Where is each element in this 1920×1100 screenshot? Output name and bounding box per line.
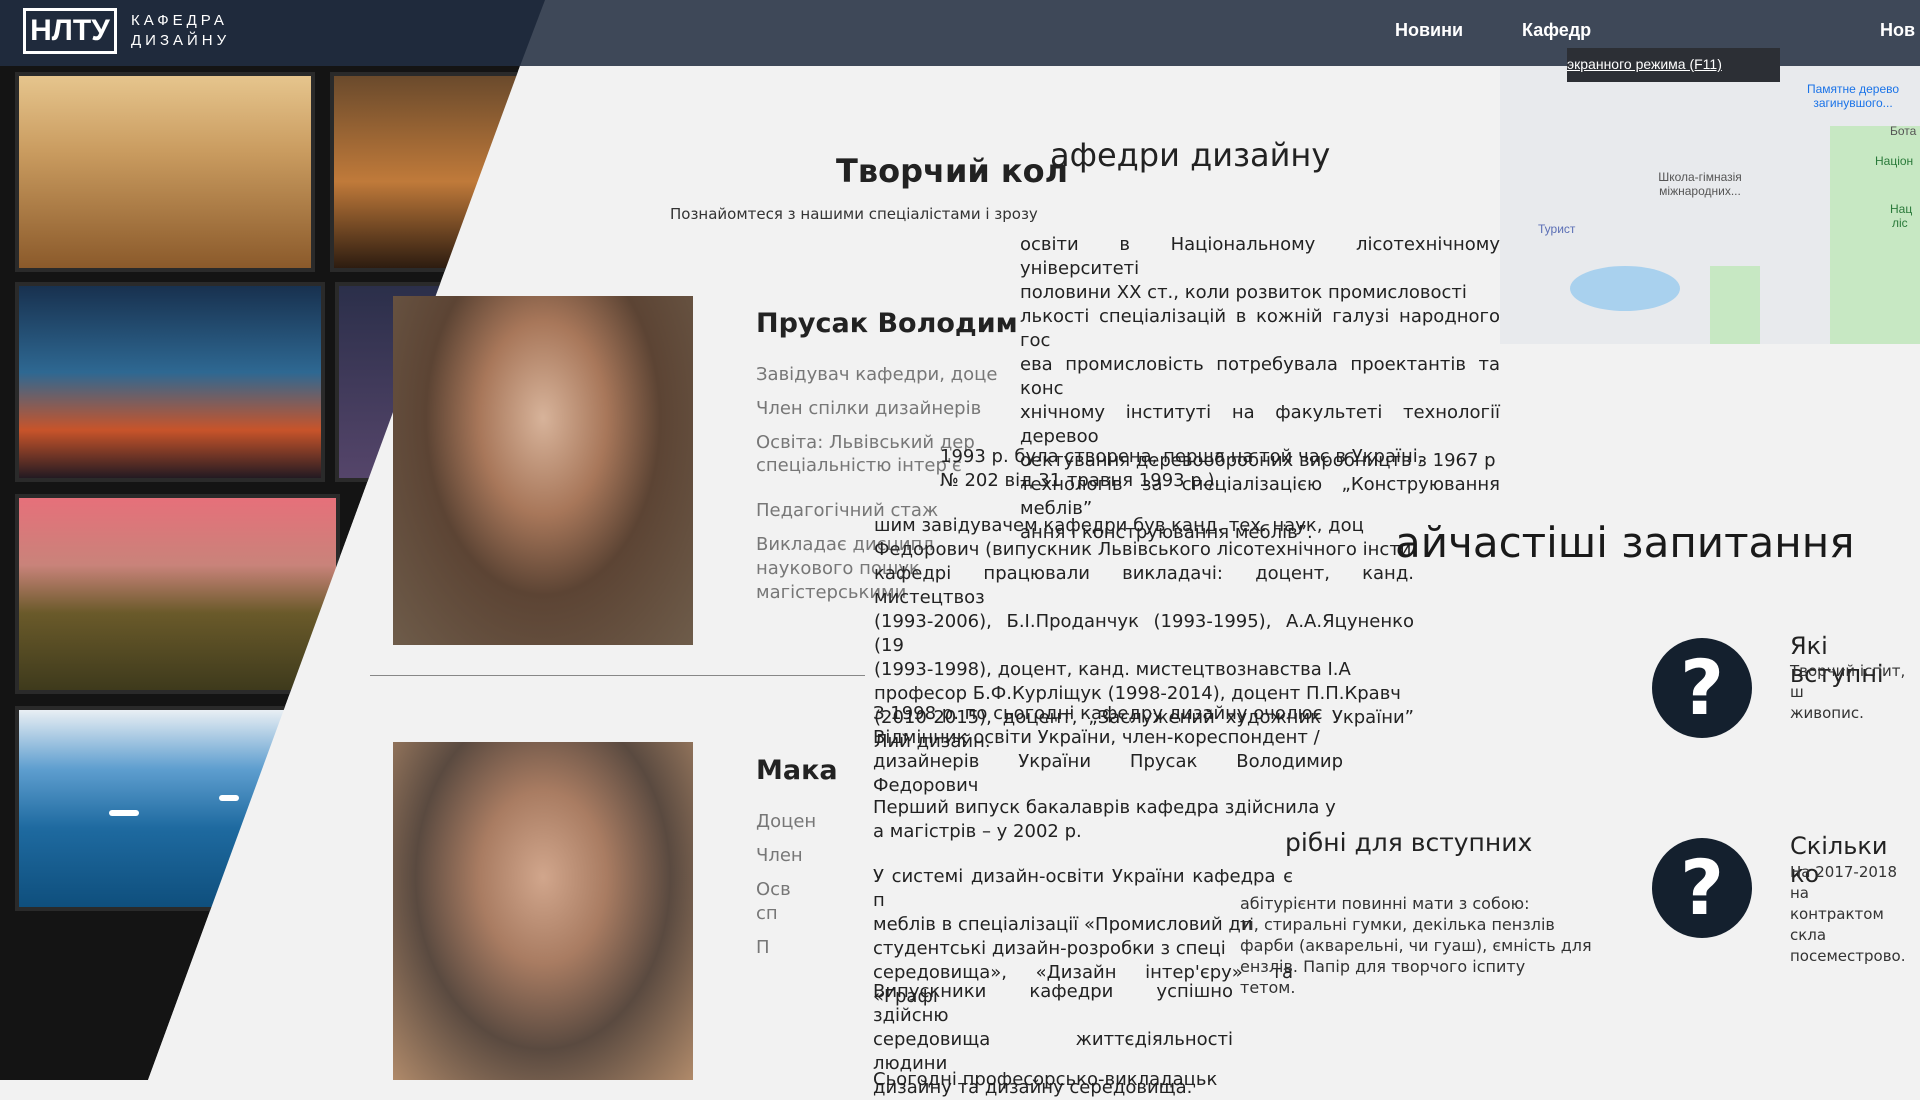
map-lake: [1570, 266, 1680, 311]
history-line: Відмінник освіти України, член-кореспонд…: [873, 727, 1320, 748]
history-line: Федорович (випускник Львівського лісотех…: [874, 539, 1412, 560]
history-line: лькості спеціалізацій в кожній галузі на…: [1020, 306, 1500, 351]
person-name: Мака: [756, 755, 838, 786]
person-photo-makar: [393, 742, 693, 1080]
logo[interactable]: НЛТУ: [23, 8, 117, 54]
history-line: № 202 від 31 травня 1993 р.).: [940, 470, 1221, 491]
faq-answer-line: контрактом скла: [1790, 905, 1884, 944]
history-line: (1993-2006), Б.І.Проданчук (1993-1995), …: [874, 611, 1414, 656]
person-detail: Осв: [756, 879, 791, 900]
gallery-photo-marsh[interactable]: [15, 494, 340, 694]
history-line: дизайнерів України Прусак Володимир Федо…: [873, 751, 1343, 796]
section-divider: [370, 675, 865, 676]
history-line: студентські дизайн-розробки з спеці: [873, 938, 1226, 959]
person-detail: Доцен: [756, 811, 817, 832]
history-line: освіти в Національному лісотехнічному ун…: [1020, 234, 1500, 279]
history-line: Випускники кафедри успішно здійсню: [873, 981, 1233, 1026]
gallery-photo-sunset-grass[interactable]: [15, 282, 325, 482]
person-detail: Член спілки дизайнерів: [756, 398, 982, 419]
history-line: (1993-1998), доцент, канд. мистецтвознав…: [874, 659, 1351, 680]
history-line: хнічному інституті на факультеті техноло…: [1020, 402, 1500, 447]
requirements-line: фарби (акварельні, чи гуаш), ємність для: [1240, 936, 1592, 955]
requirements-line: ензлів. Папір для творчого іспиту: [1240, 957, 1526, 976]
team-section-title: Творчий кол: [836, 152, 1069, 190]
logo-sub-line-1: КАФЕДРА: [131, 12, 228, 29]
person-detail: сп: [756, 903, 778, 924]
faq-answer-line: живопис.: [1790, 704, 1864, 722]
boat-shape: [109, 810, 139, 816]
map-widget[interactable]: Памятне дерево загинувшого... Школа-гімн…: [1500, 66, 1920, 344]
faq-answer-line: На 2017-2018 на: [1790, 863, 1897, 902]
history-line: ева промисловість потребувала проектанті…: [1020, 354, 1500, 399]
history-line: Сьогодні професорсько-викладацьк: [873, 1069, 1218, 1090]
person-detail: Завідувач кафедри, доце: [756, 364, 998, 385]
map-label: Нац: [1890, 202, 1913, 216]
requirements-line: абітурієнти повинні мати з собою:: [1240, 894, 1530, 913]
history-line: а магістрів – у 2002 р.: [873, 821, 1082, 842]
person-detail: Член: [756, 845, 803, 866]
faq-answer-line: посеместрово.: [1790, 947, 1906, 965]
faq-answer-line: Творчий іспит, ш: [1790, 662, 1906, 701]
history-line: У системі дизайн-освіти України кафедра …: [873, 866, 1293, 911]
history-paragraph-1: освіти в Національному лісотехнічному ун…: [1020, 233, 1500, 545]
nav-department[interactable]: Кафедр: [1522, 20, 1591, 41]
person-photo-prusak: [393, 296, 693, 645]
map-label: ліс: [1892, 216, 1908, 230]
person-name: Прусак Володим: [756, 308, 1018, 339]
logo-sub-line-2: ДИЗАЙНУ: [131, 32, 231, 49]
history-paragraph-8: Сьогодні професорсько-викладацьк: [873, 1068, 1233, 1092]
requirements-title: рібні для вступних: [1285, 828, 1533, 857]
faq-answer: Творчий іспит, ш живопис.: [1790, 661, 1920, 724]
map-label: Турист: [1538, 222, 1576, 236]
history-line: половини XX ст., коли розвиток промислов…: [1020, 282, 1467, 303]
history-title: афедри дизайну: [1050, 136, 1331, 174]
faq-answer: На 2017-2018 на контрактом скла посемест…: [1790, 862, 1920, 967]
requirements-line: тетом.: [1240, 978, 1296, 997]
fullscreen-exit-hint[interactable]: экранного режима (F11): [1567, 48, 1780, 82]
history-line: З 1998 р. по сьогодні кафедру дизайну оч…: [873, 703, 1323, 724]
person-detail: П: [756, 937, 770, 958]
history-line: меблів в спеціалізації «Промисловий ди: [873, 914, 1253, 935]
team-section-subtitle: Познайомтеся з нашими спеціалістами і зр…: [670, 205, 1038, 223]
history-paragraph-5: Перший випуск бакалаврів кафедра здійсни…: [873, 796, 1343, 844]
requirements-line: ті, стиральні гумки, декілька пензлів: [1240, 915, 1555, 934]
history-line: шим завідувачем кафедри був канд. тех. н…: [874, 515, 1364, 536]
question-icon: ?: [1652, 838, 1752, 938]
history-line: Перший випуск бакалаврів кафедра здійсни…: [873, 797, 1336, 818]
history-line: кафедрі працювали викладачі: доцент, кан…: [874, 563, 1414, 608]
map-label: Памятне дерево загинувшого...: [1806, 82, 1900, 110]
nav-news[interactable]: Новини: [1395, 20, 1463, 41]
question-icon: ?: [1652, 638, 1752, 738]
person-detail: спеціальністю інтер'є: [756, 455, 962, 476]
logo-subtitle: КАФЕДРА ДИЗАЙНУ: [131, 11, 230, 51]
history-paragraph-2: 1993 р. була створена, перша на той час …: [940, 445, 1440, 493]
requirements-text: абітурієнти повинні мати з собою: ті, ст…: [1240, 893, 1592, 998]
faq-title: айчастіші запитання: [1395, 518, 1855, 567]
map-label: Націон: [1875, 154, 1914, 168]
boat-shape: [219, 795, 239, 801]
map-label: Бота: [1890, 124, 1917, 138]
map-label: Школа-гімназія міжнародних...: [1658, 170, 1742, 198]
nav-news-2[interactable]: Нов: [1880, 20, 1915, 41]
gallery-photo-field[interactable]: [15, 72, 315, 272]
history-paragraph-4: З 1998 р. по сьогодні кафедру дизайну оч…: [873, 702, 1343, 798]
map-park: [1710, 266, 1760, 344]
history-line: 1993 р. була створена, перша на той час …: [940, 446, 1424, 467]
